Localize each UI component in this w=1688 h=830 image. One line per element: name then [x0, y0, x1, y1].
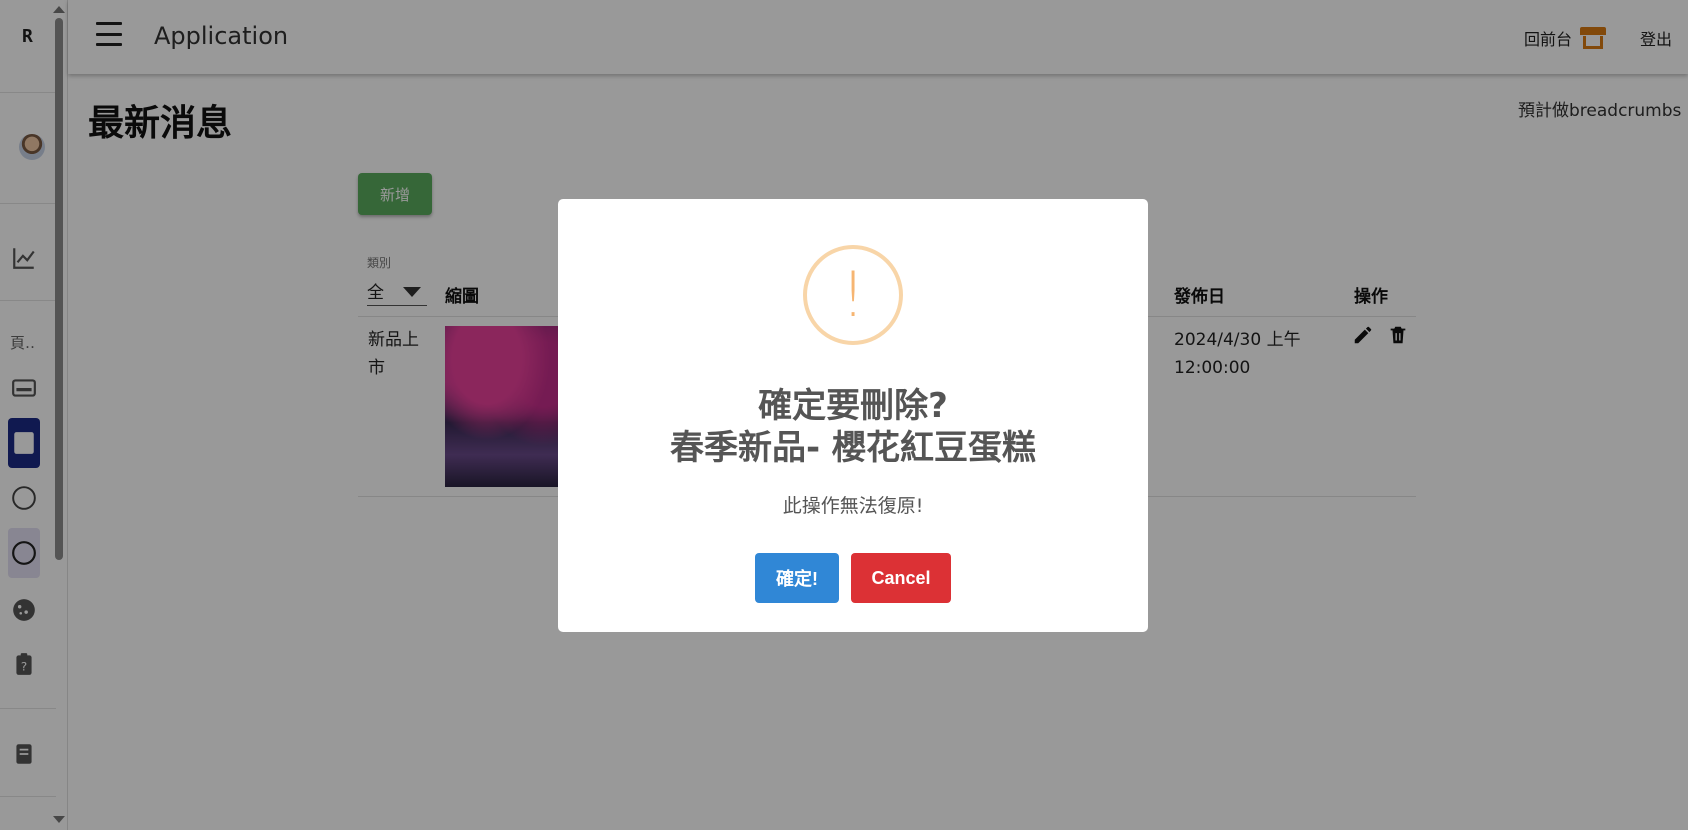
dialog-message: 此操作無法復原!	[782, 495, 924, 517]
warning-icon: !	[803, 245, 903, 345]
warning-icon-glyph: !	[840, 258, 866, 331]
dialog-title-line: 春季新品- 櫻花紅豆蛋糕	[670, 428, 1036, 468]
confirm-button[interactable]: 確定!	[755, 553, 839, 603]
cancel-button[interactable]: Cancel	[851, 553, 951, 603]
dialog-title: 確定要刪除? 春季新品- 櫻花紅豆蛋糕	[558, 385, 1148, 469]
dialog-title-line: 確定要刪除?	[758, 386, 948, 426]
confirm-delete-dialog: ! 確定要刪除? 春季新品- 櫻花紅豆蛋糕 此操作無法復原! 確定! Cance…	[558, 199, 1148, 632]
